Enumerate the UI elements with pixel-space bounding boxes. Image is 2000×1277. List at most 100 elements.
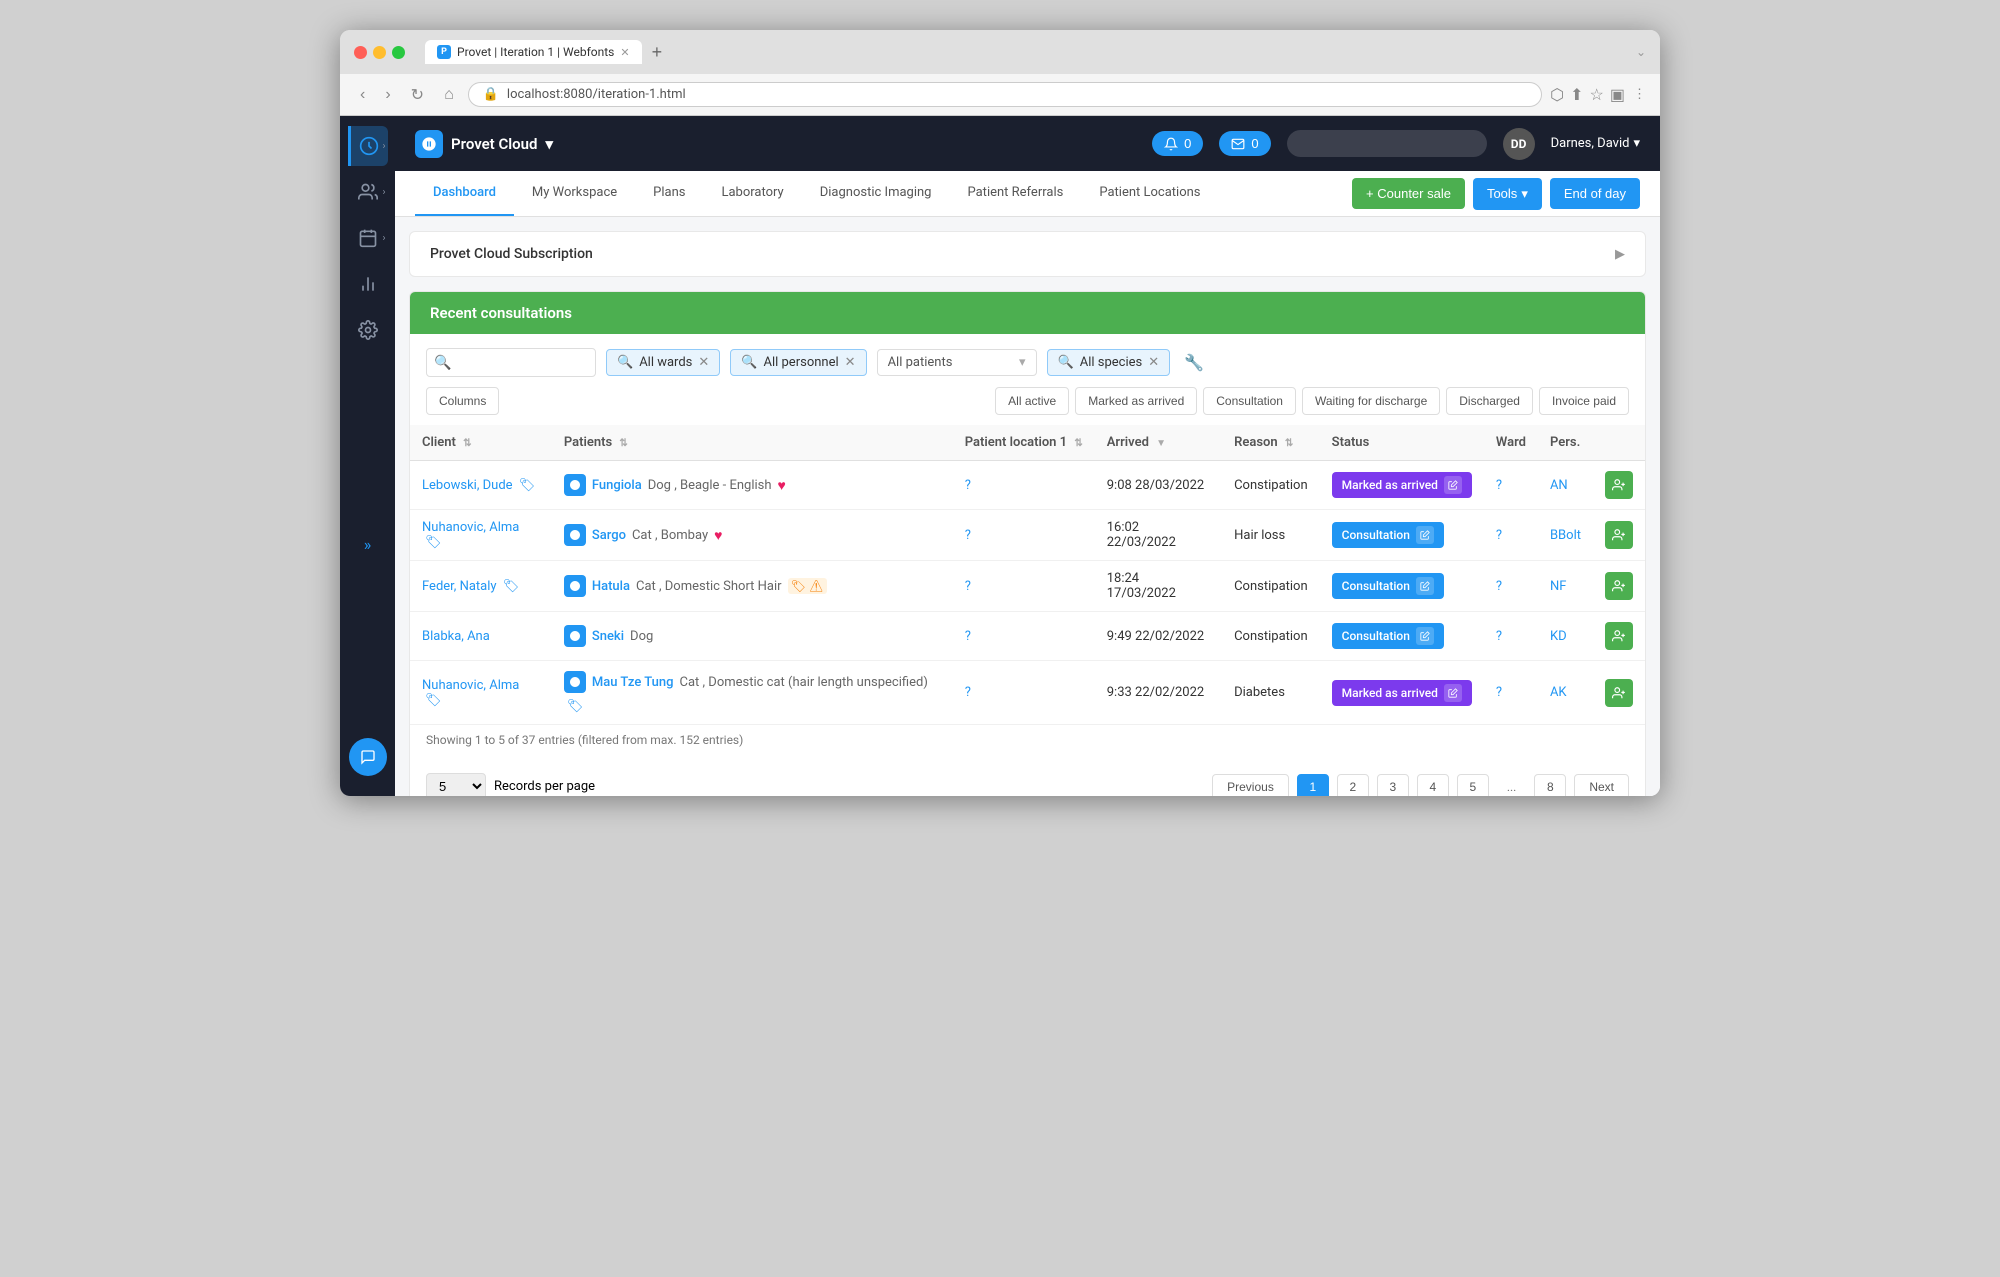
tab-laboratory[interactable]: Laboratory [703,171,801,216]
action-button-3[interactable] [1605,622,1633,650]
all-personnel-filter[interactable]: 🔍 All personnel ✕ [730,349,866,376]
client-link-0[interactable]: Lebowski, Dude [422,478,513,493]
tab-diagnostic-imaging[interactable]: Diagnostic Imaging [802,171,950,216]
patient-link-4[interactable]: Mau Tze Tung [592,675,674,690]
counter-sale-button[interactable]: + Counter sale [1352,178,1465,209]
sidebar-collapse-button[interactable]: » [364,535,372,554]
location-question-link-3[interactable]: ? [965,629,971,644]
sidebar-item-calendar[interactable]: › [348,218,388,258]
filter-text-input[interactable] [426,348,596,377]
refresh-button[interactable]: ↻ [405,83,430,107]
ward-question-link-4[interactable]: ? [1496,685,1502,700]
pers-link-0[interactable]: AN [1550,478,1568,493]
tab-my-workspace[interactable]: My Workspace [514,171,635,216]
page-4-button[interactable]: 4 [1417,774,1449,797]
tab-plans[interactable]: Plans [635,171,703,216]
page-1-button[interactable]: 1 [1297,774,1329,797]
all-wards-close-icon[interactable]: ✕ [698,355,709,370]
notifications-button[interactable]: 0 [1152,131,1203,156]
back-button[interactable]: ‹ [354,84,371,106]
next-page-button[interactable]: Next [1574,774,1629,797]
action-button-2[interactable] [1605,572,1633,600]
pers-link-1[interactable]: BBolt [1550,528,1581,543]
status-badge-2[interactable]: Consultation [1332,573,1444,599]
status-discharged[interactable]: Discharged [1446,387,1533,415]
col-arrived[interactable]: Arrived ▼ [1095,425,1222,461]
status-consultation[interactable]: Consultation [1203,387,1296,415]
pers-link-4[interactable]: AK [1550,685,1567,700]
page-8-button[interactable]: 8 [1534,774,1566,797]
col-patient-location[interactable]: Patient location 1 ⇅ [953,425,1095,461]
bookmark-icon[interactable]: ☆ [1590,85,1604,104]
ward-question-link-3[interactable]: ? [1496,629,1502,644]
action-button-4[interactable] [1605,679,1633,707]
pers-link-3[interactable]: KD [1550,629,1567,644]
reading-mode-icon[interactable]: ▣ [1610,85,1625,104]
global-search-input[interactable] [1287,130,1487,157]
action-button-1[interactable] [1605,521,1633,549]
patient-link-2[interactable]: Hatula [592,579,630,594]
previous-page-button[interactable]: Previous [1212,774,1289,797]
ward-question-link-1[interactable]: ? [1496,528,1502,543]
user-menu[interactable]: Darnes, David ▾ [1551,136,1640,151]
close-tab-button[interactable]: ✕ [620,46,629,59]
home-button[interactable]: ⌂ [438,84,460,106]
patient-link-3[interactable]: Sneki [592,629,624,644]
location-question-link-1[interactable]: ? [965,528,971,543]
active-browser-tab[interactable]: P Provet | Iteration 1 | Webfonts ✕ [425,40,642,64]
all-species-filter[interactable]: 🔍 All species ✕ [1047,349,1171,376]
patient-link-0[interactable]: Fungiola [592,478,642,493]
forward-button[interactable]: › [379,84,396,106]
status-badge-0[interactable]: Marked as arrived [1332,472,1472,498]
address-bar[interactable]: 🔒 localhost:8080/iteration-1.html [468,82,1542,107]
subscription-expand-icon[interactable]: ▶ [1615,247,1625,262]
all-species-close-icon[interactable]: ✕ [1148,355,1159,370]
page-5-button[interactable]: 5 [1457,774,1489,797]
new-tab-button[interactable]: + [646,42,669,63]
columns-button[interactable]: Columns [426,387,499,415]
ward-question-link-2[interactable]: ? [1496,579,1502,594]
status-badge-1[interactable]: Consultation [1332,522,1444,548]
minimize-window-button[interactable] [373,46,386,59]
status-marked-as-arrived[interactable]: Marked as arrived [1075,387,1197,415]
pers-link-2[interactable]: NF [1550,579,1566,594]
all-wards-filter[interactable]: 🔍 All wards ✕ [606,349,720,376]
sidebar-item-patients[interactable]: › [348,172,388,212]
location-question-link-4[interactable]: ? [965,685,971,700]
share-icon[interactable]: ⬆ [1570,85,1583,104]
tab-dashboard[interactable]: Dashboard [415,171,514,216]
sidebar-item-dashboard[interactable]: › [348,126,388,166]
records-select[interactable]: 5 10 25 50 100 [426,773,486,796]
external-link-icon[interactable]: ⬡ [1550,85,1564,104]
col-client[interactable]: Client ⇅ [410,425,552,461]
tab-patient-referrals[interactable]: Patient Referrals [949,171,1081,216]
status-waiting-discharge[interactable]: Waiting for discharge [1302,387,1440,415]
location-question-link-0[interactable]: ? [965,478,971,493]
all-patients-filter[interactable]: All patients ▾ [877,349,1037,376]
page-2-button[interactable]: 2 [1337,774,1369,797]
end-of-day-button[interactable]: End of day [1550,178,1640,209]
client-link-2[interactable]: Feder, Nataly [422,579,497,594]
tab-patient-locations[interactable]: Patient Locations [1081,171,1218,216]
messages-button[interactable]: 0 [1219,131,1270,156]
page-3-button[interactable]: 3 [1377,774,1409,797]
status-all-active[interactable]: All active [995,387,1069,415]
status-badge-4[interactable]: Marked as arrived [1332,680,1472,706]
client-link-4[interactable]: Nuhanovic, Alma [422,678,519,693]
logo[interactable]: Provet Cloud ▾ [415,130,553,158]
sidebar-item-reports[interactable] [348,264,388,304]
location-question-link-2[interactable]: ? [965,579,971,594]
col-patients[interactable]: Patients ⇅ [552,425,953,461]
tools-button[interactable]: Tools ▾ [1473,178,1542,210]
more-options-icon[interactable]: ⋮ [1633,87,1646,102]
action-button-0[interactable] [1605,471,1633,499]
maximize-window-button[interactable] [392,46,405,59]
col-reason[interactable]: Reason ⇅ [1222,425,1320,461]
all-personnel-close-icon[interactable]: ✕ [845,355,856,370]
wrench-icon[interactable]: 🔧 [1184,353,1204,372]
sidebar-item-settings[interactable] [348,310,388,350]
client-link-3[interactable]: Blabka, Ana [422,629,490,644]
user-avatar[interactable]: DD [1503,128,1535,160]
ward-question-link-0[interactable]: ? [1496,478,1502,493]
status-badge-3[interactable]: Consultation [1332,623,1444,649]
